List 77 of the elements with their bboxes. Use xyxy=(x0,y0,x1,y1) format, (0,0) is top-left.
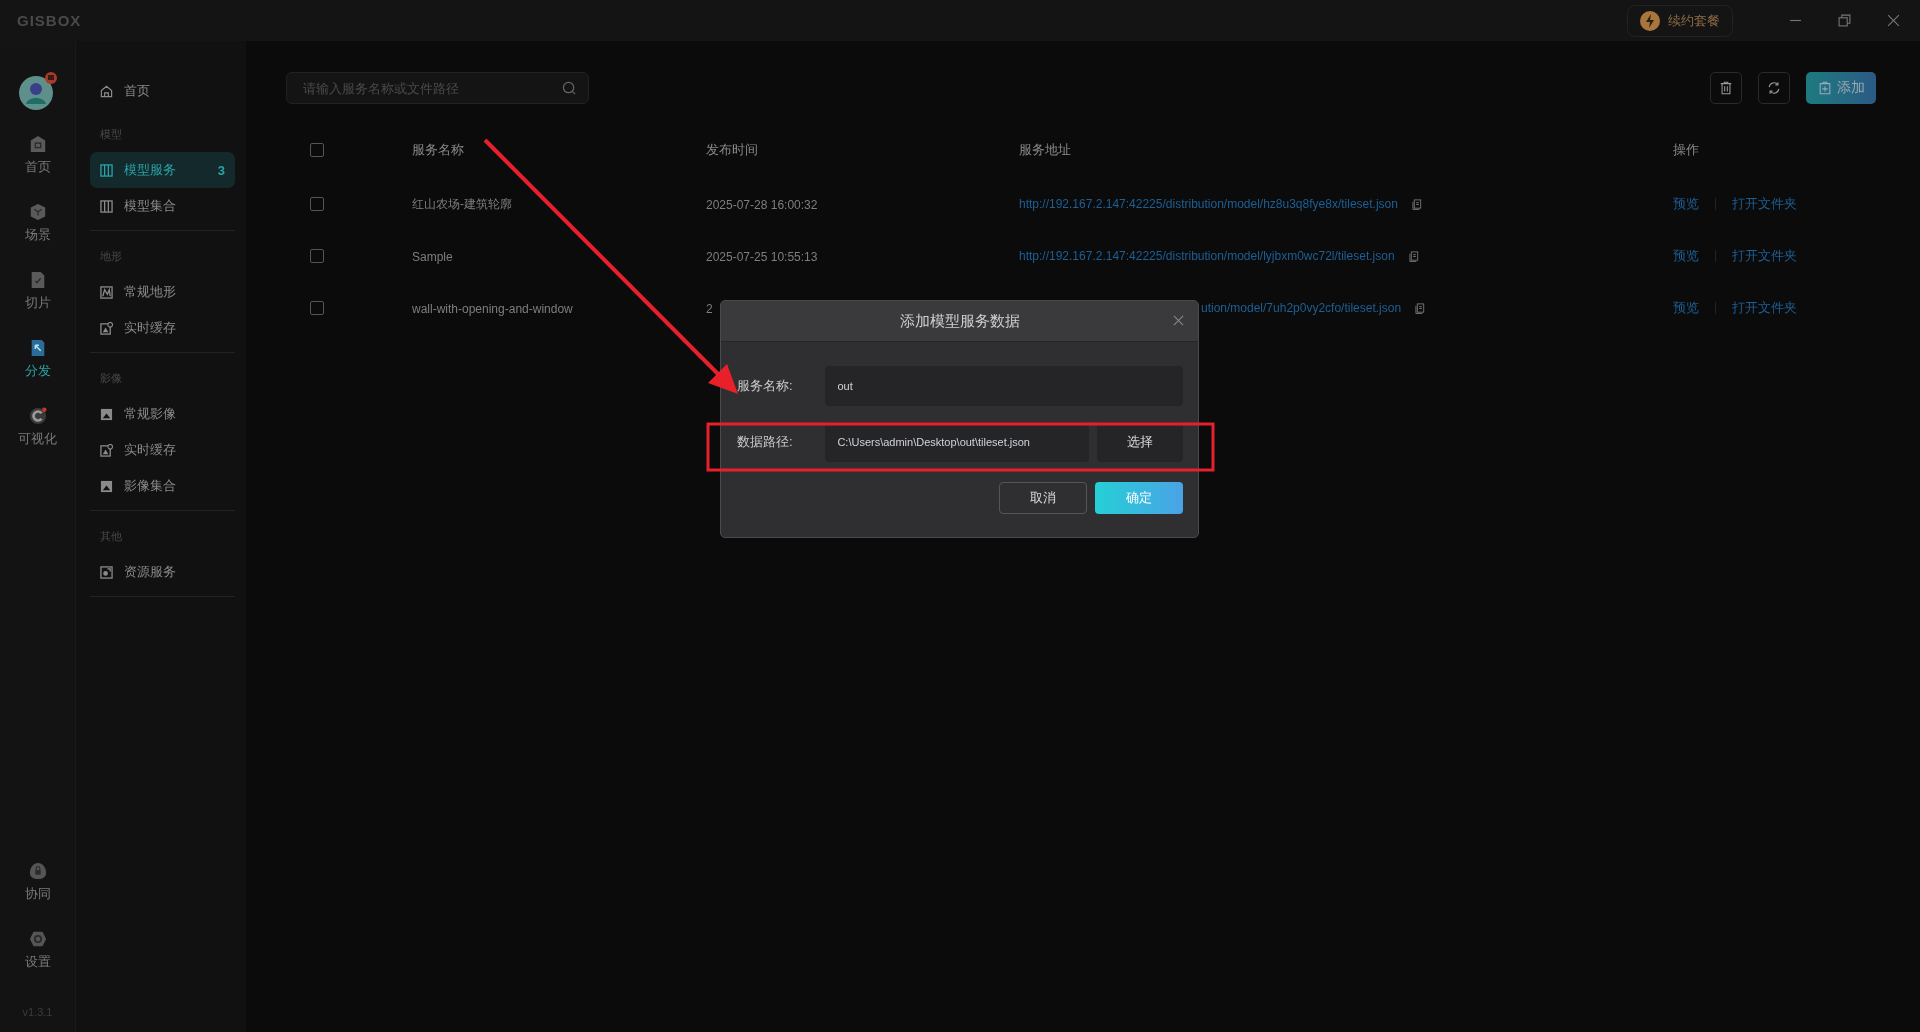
search-icon xyxy=(562,81,577,96)
nav-item[interactable]: 首页 xyxy=(90,73,235,109)
clock-image-icon xyxy=(100,321,113,335)
choose-button[interactable]: 选择 xyxy=(1096,422,1183,462)
service-name: wall-with-opening-and-window xyxy=(412,301,573,316)
column-header: 发布时间 xyxy=(706,141,759,159)
nav-item[interactable]: 模型服务 3 xyxy=(90,152,235,188)
mountain-icon xyxy=(100,285,113,299)
cube-icon xyxy=(28,203,47,221)
trash-icon xyxy=(1719,81,1733,95)
clock-image-icon xyxy=(100,443,113,457)
nav-item[interactable]: 实时缓存 xyxy=(90,432,235,468)
chart-ring-icon xyxy=(28,407,47,425)
rail-tab[interactable]: 场景 xyxy=(24,203,51,271)
copy-icon[interactable] xyxy=(1415,302,1427,314)
refresh-button[interactable] xyxy=(1758,72,1790,104)
image-icon xyxy=(100,479,113,493)
settings-icon xyxy=(28,930,47,948)
column-header: 服务地址 xyxy=(1019,141,1072,159)
lock-icon xyxy=(28,862,47,880)
publish-time: 2025-07-28 16:00:32 xyxy=(706,197,818,212)
action-link[interactable]: 打开文件夹 xyxy=(1732,195,1797,213)
rail-tab[interactable]: 协同 xyxy=(24,862,51,930)
confirm-button[interactable]: 确定 xyxy=(1095,482,1183,514)
publish-time: 2 xyxy=(706,301,713,316)
action-link[interactable]: 打开文件夹 xyxy=(1732,247,1797,265)
image-icon xyxy=(100,407,113,421)
rail-tab[interactable]: 首页 xyxy=(24,135,51,203)
field-label: 数据路径: xyxy=(737,433,794,451)
row-checkbox[interactable] xyxy=(310,249,324,263)
avatar-icon[interactable] xyxy=(17,71,58,111)
service-url-link[interactable]: http://192.167.2.147:42225/distribution/model/lyjbxm0wc72l/tileset.json xyxy=(1019,249,1395,263)
column-header: 服务名称 xyxy=(412,141,465,159)
field-label: 服务名称: xyxy=(737,377,794,395)
action-link[interactable]: 预览 xyxy=(1673,247,1699,265)
nav-item[interactable]: 常规影像 xyxy=(90,396,235,432)
columns-icon xyxy=(100,163,113,177)
service-name: 红山农场-建筑轮廓 xyxy=(412,196,512,211)
rail-tab[interactable]: 设置 xyxy=(24,930,51,998)
action-link[interactable]: 打开文件夹 xyxy=(1732,299,1797,317)
add-button[interactable]: 添加 xyxy=(1806,72,1876,104)
nav-item[interactable]: 资源服务 xyxy=(90,554,235,590)
delete-button[interactable] xyxy=(1710,72,1742,104)
renew-plan-button[interactable]: 续约套餐 xyxy=(1627,4,1733,37)
close-icon[interactable] xyxy=(1887,14,1900,27)
refresh-icon xyxy=(1767,81,1781,95)
lightning-icon xyxy=(1640,10,1660,31)
column-header: 操作 xyxy=(1673,141,1699,159)
path-input-field[interactable]: C:\Users\admin\Desktop\out\tileset.json xyxy=(825,422,1089,462)
publish-time: 2025-07-25 10:55:13 xyxy=(706,249,818,264)
copy-icon[interactable] xyxy=(1411,198,1423,210)
rail-tab[interactable]: 分发 xyxy=(24,339,51,407)
copy-icon[interactable] xyxy=(1408,250,1420,262)
item-count: 3 xyxy=(217,162,225,178)
rail-tab[interactable]: 切片 xyxy=(24,271,51,339)
row-checkbox[interactable] xyxy=(310,197,324,211)
nav-item[interactable]: 常规地形 xyxy=(90,274,235,310)
nav-item[interactable]: 实时缓存 xyxy=(90,310,235,346)
select-all-checkbox[interactable] xyxy=(310,143,324,157)
nav-item[interactable]: 模型集合 xyxy=(90,188,235,224)
home-icon xyxy=(28,135,47,153)
cancel-button[interactable]: 取消 xyxy=(999,482,1087,514)
action-link[interactable]: 预览 xyxy=(1673,299,1699,317)
columns-icon xyxy=(100,199,113,213)
service-url-link[interactable]: ution/model/7uh2p0vy2cfo/tileset.json xyxy=(1201,301,1402,315)
row-checkbox[interactable] xyxy=(310,301,324,315)
service-name: Sample xyxy=(412,249,453,264)
close-icon[interactable] xyxy=(1173,315,1184,326)
nav-item[interactable]: 影像集合 xyxy=(90,468,235,504)
dialog-title: 添加模型服务数据 xyxy=(899,311,1020,331)
name-input-field[interactable]: out xyxy=(825,366,1183,406)
home-icon xyxy=(100,84,113,98)
action-link[interactable]: 预览 xyxy=(1673,195,1699,213)
add-file-icon xyxy=(1817,81,1832,95)
restore-icon[interactable] xyxy=(1838,14,1851,27)
rail-tab[interactable]: 可视化 xyxy=(18,407,57,475)
service-url-link[interactable]: http://192.167.2.147:42225/distribution/model/hz8u3q8fye8x/tileset.json xyxy=(1019,197,1398,211)
